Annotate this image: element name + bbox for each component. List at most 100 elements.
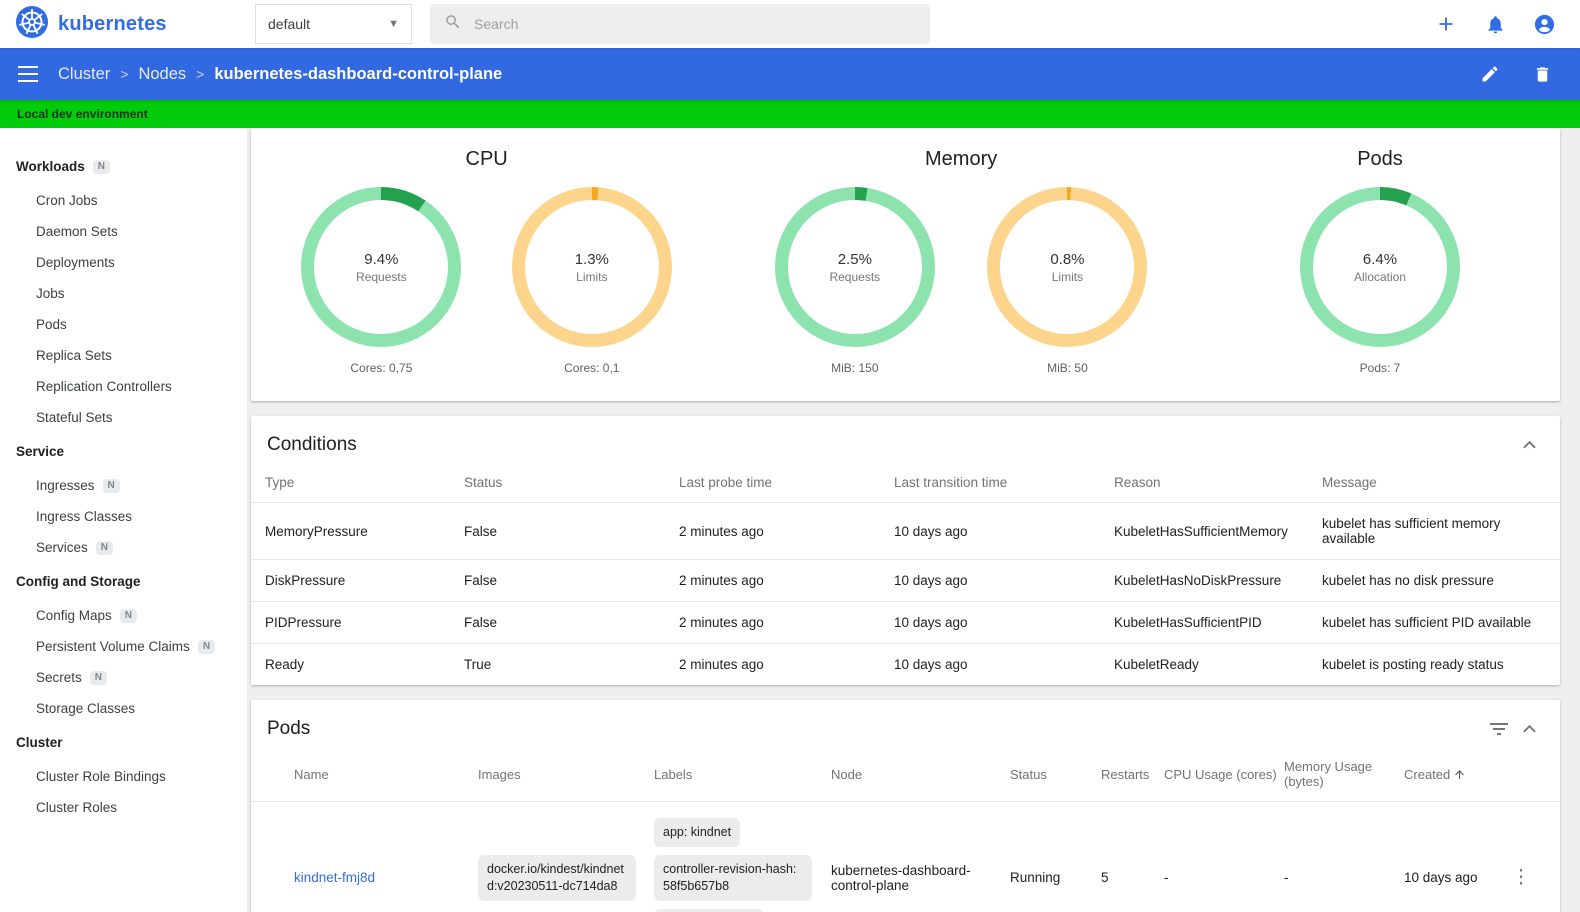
breadcrumb-cluster-link[interactable]: Cluster (58, 65, 110, 84)
condition-transition-time: 10 days ago (894, 643, 1114, 685)
condition-type: MemoryPressure (251, 502, 464, 560)
condition-status: True (464, 643, 679, 685)
gauge-value: 2.5% (837, 250, 872, 268)
pods-allocation-group: Pods 6.4% Allocation Pods: 7 (1200, 144, 1560, 375)
chevron-right-icon: > (120, 66, 129, 82)
sidebar-item-daemon-sets[interactable]: Daemon Sets (0, 216, 247, 247)
brand-home-link[interactable]: kubernetes (0, 5, 255, 43)
namespaced-badge: N (89, 670, 108, 685)
pod-restarts: 5 (1101, 801, 1164, 912)
memory-requests-gauge: 2.5% Requests MiB: 150 (774, 187, 935, 375)
namespaced-badge: N (95, 540, 113, 555)
pod-name-link[interactable]: kindnet-fmj8d (294, 870, 375, 885)
sidebar-item-ingresses[interactable]: Ingresses N (0, 470, 247, 501)
sidebar-item-config-maps[interactable]: Config Maps N (0, 600, 247, 631)
sidebar-item-label: Jobs (36, 286, 65, 301)
column-header-status: Status (464, 475, 503, 490)
breadcrumb-nodes-link[interactable]: Nodes (138, 65, 186, 84)
row-kebab-menu-icon[interactable]: ⋮ (1492, 868, 1550, 887)
menu-hamburger-icon[interactable] (16, 62, 40, 86)
edit-pencil-icon[interactable] (1478, 62, 1502, 86)
sidebar-item-deployments[interactable]: Deployments (0, 247, 247, 278)
pods-card: Pods Name Images Labels Node Status Rest… (251, 700, 1560, 912)
brand-title: kubernetes (58, 12, 167, 35)
condition-transition-time: 10 days ago (894, 601, 1114, 644)
sidebar-item-cluster-roles[interactable]: Cluster Roles (0, 792, 247, 823)
sidebar-item-replication-controllers[interactable]: Replication Controllers (0, 371, 247, 402)
sidebar-item-storage-classes[interactable]: Storage Classes (0, 693, 247, 724)
namespace-value: default (268, 16, 311, 32)
memory-limits-donut: 0.8% Limits (987, 187, 1148, 347)
create-resource-button[interactable] (1434, 12, 1458, 36)
search-bar[interactable] (430, 4, 930, 44)
gauge-value: 6.4% (1362, 250, 1398, 268)
column-header-message: Message (1322, 475, 1377, 490)
section-label: Service (16, 444, 65, 459)
column-header-created[interactable]: Created (1404, 753, 1492, 802)
topbar-actions (1434, 12, 1580, 36)
condition-status: False (464, 601, 679, 644)
gauge-footer: Cores: 0,1 (564, 361, 620, 375)
condition-probe-time: 2 minutes ago (679, 601, 894, 644)
pod-node-cell: kubernetes-dashboard-control-plane (831, 801, 1010, 912)
search-input[interactable] (474, 16, 916, 32)
pod-status-text: Running (1010, 801, 1101, 912)
sidebar-item-ingress-classes[interactable]: Ingress Classes (0, 501, 247, 532)
collapse-chevron-up-icon[interactable] (1514, 433, 1544, 457)
notifications-bell-icon[interactable] (1483, 12, 1507, 36)
created-label: Created (1404, 766, 1451, 782)
collapse-chevron-up-icon[interactable] (1514, 717, 1544, 741)
namespaced-badge: N (119, 608, 138, 623)
sidebar-item-cron-jobs[interactable]: Cron Jobs (0, 185, 247, 216)
cpu-requests-donut: 9.4% Requests (301, 187, 462, 347)
filter-icon[interactable] (1484, 717, 1514, 741)
cpu-limits-gauge: 1.3% Limits Cores: 0,1 (511, 187, 672, 375)
column-header-node: Node (831, 766, 863, 782)
account-avatar-icon[interactable] (1532, 12, 1556, 36)
gauge-footer: MiB: 50 (1047, 361, 1088, 375)
sidebar-item-label: Persistent Volume Claims (36, 639, 190, 654)
condition-reason: KubeletHasSufficientMemory (1114, 502, 1322, 560)
sidebar-item-cluster-role-bindings[interactable]: Cluster Role Bindings (0, 761, 247, 792)
delete-trash-icon[interactable] (1530, 62, 1554, 86)
column-header-actions (1492, 753, 1560, 802)
sidebar-item-label: Replication Controllers (36, 379, 172, 394)
sidebar-section-workloads[interactable]: Workloads N (0, 148, 247, 185)
column-header-last-probe-time: Last probe time (679, 475, 773, 490)
pod-status-cell (251, 801, 294, 912)
sidebar-item-jobs[interactable]: Jobs (0, 278, 247, 309)
column-header-reason: Reason (1114, 475, 1161, 490)
column-header-status-dot (251, 753, 294, 802)
chevron-down-icon: ▼ (388, 18, 399, 30)
gauge-label: Requests (829, 269, 881, 284)
gauge-label: Limits (1051, 269, 1084, 284)
condition-probe-time: 2 minutes ago (679, 559, 894, 602)
sidebar-item-services[interactable]: Services N (0, 532, 247, 563)
namespaced-badge: N (102, 478, 120, 493)
section-label: Workloads (16, 159, 85, 174)
cpu-group-title: CPU (465, 148, 508, 170)
gauge-footer: Cores: 0,75 (350, 361, 413, 375)
sidebar-section-service: Service (0, 433, 247, 470)
sidebar-item-label: Ingresses (36, 478, 95, 493)
sidebar-item-pods[interactable]: Pods (0, 309, 247, 340)
pod-created: 10 days ago (1404, 801, 1492, 912)
environment-banner: Local dev environment (0, 100, 1580, 128)
pod-name-cell: kindnet-fmj8d (294, 801, 478, 912)
condition-message: kubelet is posting ready status (1322, 643, 1560, 685)
pod-images-cell: docker.io/kindest/kindnetd:v20230511-dc7… (478, 801, 654, 912)
pods-card-title: Pods (267, 718, 311, 739)
sidebar-item-label: Daemon Sets (36, 224, 118, 239)
condition-reason: KubeletReady (1114, 643, 1322, 685)
sidebar-item-replica-sets[interactable]: Replica Sets (0, 340, 247, 371)
sidebar-item-label: Services (36, 540, 88, 555)
sidebar-item-stateful-sets[interactable]: Stateful Sets (0, 402, 247, 433)
condition-transition-time: 10 days ago (894, 559, 1114, 602)
condition-type: PIDPressure (251, 601, 464, 644)
sidebar-item-persistent-volume-claims[interactable]: Persistent Volume Claims N (0, 631, 247, 662)
sidebar-item-label: Storage Classes (36, 701, 136, 716)
sidebar-item-secrets[interactable]: Secrets N (0, 662, 247, 693)
section-label: Config and Storage (16, 574, 141, 589)
namespace-selector[interactable]: default ▼ (255, 4, 412, 44)
pods-group-title: Pods (1357, 148, 1403, 170)
